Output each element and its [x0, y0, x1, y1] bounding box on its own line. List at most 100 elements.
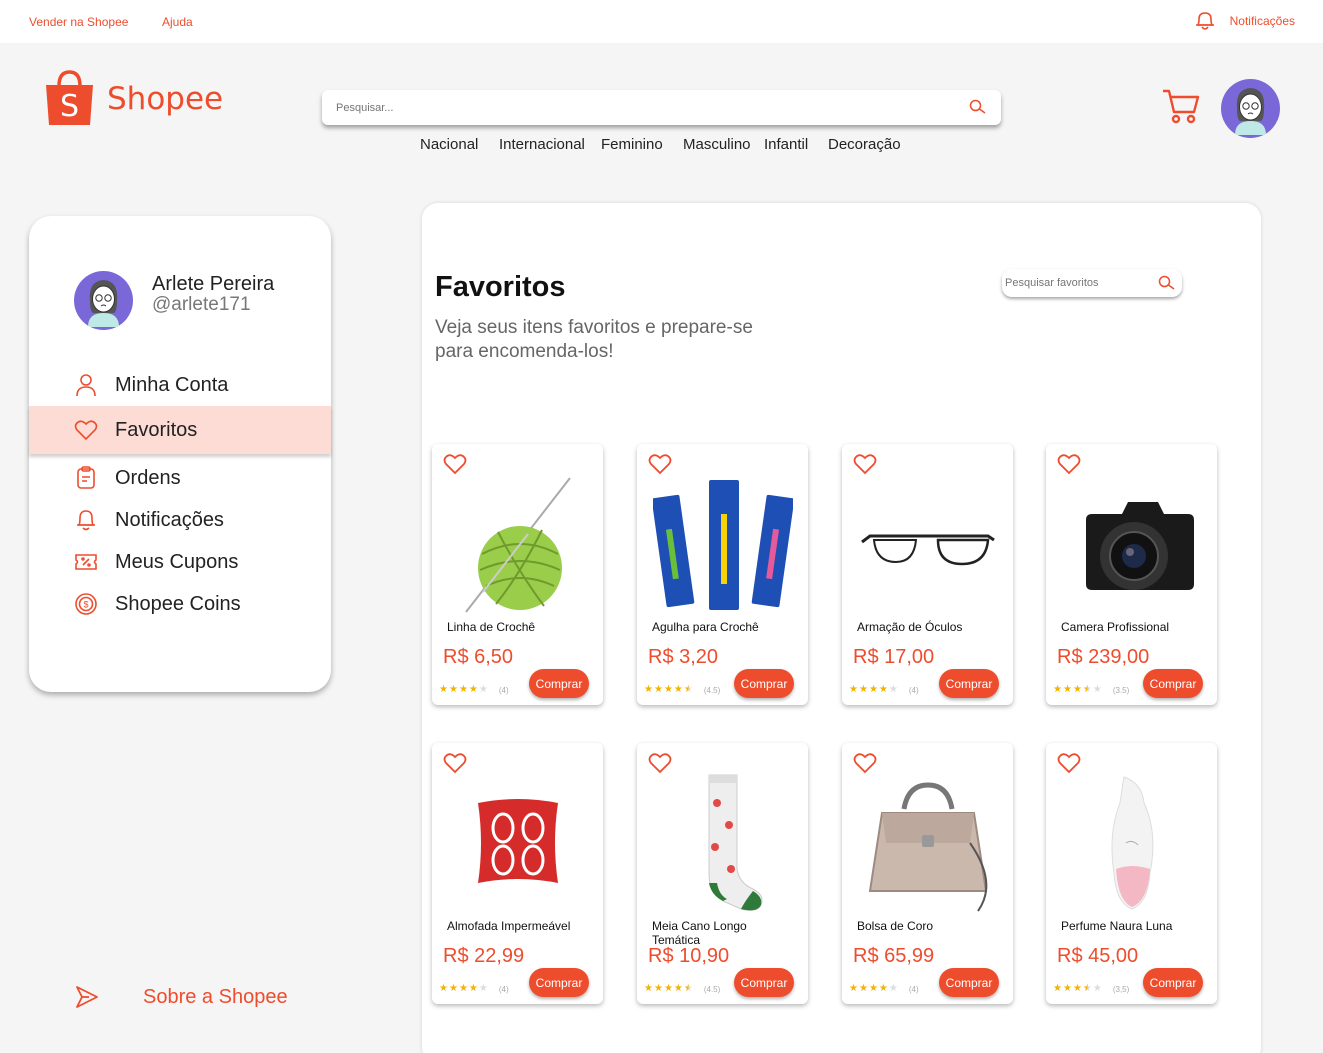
heart-icon[interactable] — [443, 454, 467, 475]
profile-avatar — [74, 271, 133, 330]
coupon-icon — [74, 550, 98, 574]
product-rating: ★ ★ ★ ★ ★ (3,5) — [1053, 984, 1129, 994]
product-card[interactable]: Agulha para Crochê R$ 3,20 Comprar ★ ★ ★ ★ ★… — [637, 444, 808, 705]
star-icon: ★ — [1053, 684, 1062, 695]
star-icon: ★ — [888, 983, 898, 994]
about-shopee-link[interactable]: Sobre a Shopee — [74, 984, 288, 1010]
product-card[interactable]: Camera Profissional R$ 239,00 Comprar ★ ★… — [1046, 444, 1217, 705]
about-label: Sobre a Shopee — [143, 986, 288, 1008]
star-icon: ★ — [1072, 684, 1082, 695]
category-nacional[interactable]: Nacional — [420, 136, 478, 153]
star-icon: ★ — [448, 684, 458, 695]
sidebar-item-meus-cupons[interactable]: Meus Cupons — [29, 541, 331, 583]
product-card[interactable]: Almofada Impermeável R$ 22,99 Comprar ★ ★… — [432, 743, 603, 1004]
heart-icon[interactable] — [648, 454, 672, 475]
product-image-handbag — [857, 773, 998, 913]
search-icon[interactable] — [1158, 275, 1176, 291]
star-icon: ★ — [878, 983, 888, 994]
buy-button[interactable]: Comprar — [529, 968, 589, 997]
buy-button[interactable]: Comprar — [1143, 968, 1203, 997]
shopping-bag-icon: S — [46, 70, 93, 125]
play-arrow-icon — [76, 986, 98, 1008]
shopee-logo[interactable]: S Shopee — [44, 70, 223, 127]
star-icon: ★ — [478, 983, 488, 994]
clipboard-icon — [74, 466, 98, 490]
cart-icon[interactable] — [1161, 88, 1201, 124]
rating-value: (4) — [908, 984, 919, 994]
rating-value: (4.5) — [703, 685, 721, 695]
bell-icon — [74, 508, 98, 532]
star-icon: ★ — [1092, 983, 1102, 994]
product-rating: ★ ★ ★ ★ ★ (3.5) — [1053, 685, 1129, 695]
product-card[interactable]: Bolsa de Coro R$ 65,99 Comprar ★ ★ ★ ★ ★ (4) — [842, 743, 1013, 1004]
profile-handle: @arlete171 — [152, 294, 251, 315]
buy-button[interactable]: Comprar — [529, 669, 589, 698]
sidebar-item-ordens[interactable]: Ordens — [29, 457, 331, 499]
buy-button[interactable]: Comprar — [939, 968, 999, 997]
search-icon[interactable] — [969, 99, 987, 115]
product-rating: ★ ★ ★ ★ ★ (4) — [849, 984, 919, 994]
heart-icon[interactable] — [1057, 454, 1081, 475]
heart-icon[interactable] — [648, 753, 672, 774]
buy-button[interactable]: Comprar — [734, 968, 794, 997]
star-icon: ★ — [1092, 684, 1102, 695]
favorites-search — [1002, 269, 1182, 297]
star-icon: ★ — [868, 983, 878, 994]
rating-value: (4) — [908, 685, 919, 695]
product-card[interactable]: Meia Cano Longo Temática R$ 10,90 Compra… — [637, 743, 808, 1004]
avatar-illustration — [88, 280, 119, 327]
sidebar-item-minha-conta[interactable]: Minha Conta — [29, 364, 331, 406]
rating-value: (4.5) — [703, 984, 721, 994]
star-icon: ★ — [673, 684, 683, 695]
product-card[interactable]: Perfume Naura Luna R$ 45,00 Comprar ★ ★ ★ ★… — [1046, 743, 1217, 1004]
category-decoracao[interactable]: Decoração — [828, 136, 901, 153]
top-notifications-link[interactable]: Notificações — [1194, 11, 1295, 31]
product-price: R$ 239,00 — [1057, 646, 1150, 668]
product-card[interactable]: Linha de Crochê R$ 6,50 Comprar ★ ★ ★ ★ ★ (4) — [432, 444, 603, 705]
buy-button[interactable]: Comprar — [734, 669, 794, 698]
product-price: R$ 22,99 — [443, 945, 525, 967]
favorites-search-input[interactable] — [1002, 269, 1152, 297]
buy-button[interactable]: Comprar — [1143, 669, 1203, 698]
help-link[interactable]: Ajuda — [162, 15, 193, 29]
star-icon: ★ — [888, 684, 898, 695]
star-icon: ★ — [448, 983, 458, 994]
buy-button[interactable]: Comprar — [939, 669, 999, 698]
product-price: R$ 3,20 — [648, 646, 719, 668]
heart-icon[interactable] — [853, 753, 877, 774]
product-rating: ★ ★ ★ ★ ★ (4) — [439, 685, 509, 695]
product-name: Bolsa de Coro — [857, 919, 934, 933]
sidebar-item-favoritos[interactable]: Favoritos — [29, 406, 331, 454]
sidebar-item-notificacoes[interactable]: Notificações — [29, 499, 331, 541]
page-subtitle: Veja seus itens favoritos e prepare-se p… — [435, 317, 753, 362]
search-input[interactable] — [322, 90, 922, 125]
star-icon: ★ — [1062, 983, 1072, 994]
avatar-illustration — [1235, 88, 1266, 135]
star-icon: ★ — [644, 983, 653, 994]
product-image-pillow — [447, 773, 588, 913]
heart-icon[interactable] — [443, 753, 467, 774]
heart-icon[interactable] — [853, 454, 877, 475]
product-card[interactable]: Armação de Óculos R$ 17,00 Comprar ★ ★ ★ ★ ★… — [842, 444, 1013, 705]
heart-icon[interactable] — [1057, 753, 1081, 774]
category-masculino[interactable]: Masculino — [683, 136, 751, 153]
category-internacional[interactable]: Internacional — [499, 136, 585, 153]
user-avatar[interactable] — [1221, 79, 1280, 138]
favorites-panel: Favoritos Veja seus itens favoritos e pr… — [422, 203, 1261, 1053]
page-title: Favoritos — [435, 271, 566, 303]
product-image-camera — [1061, 474, 1202, 614]
star-icon: ★ — [468, 684, 478, 695]
star-icon: ★ — [653, 684, 663, 695]
sidebar-item-shopee-coins[interactable]: $ Shopee Coins — [29, 583, 331, 625]
category-feminino[interactable]: Feminino — [601, 136, 663, 153]
category-infantil[interactable]: Infantil — [764, 136, 808, 153]
sell-on-shopee-link[interactable]: Vender na Shopee — [29, 15, 128, 29]
star-icon: ★ — [868, 684, 878, 695]
sidebar-item-label: Minha Conta — [115, 373, 229, 396]
star-icon: ★ — [1062, 684, 1072, 695]
rating-value: (3,5) — [1112, 984, 1130, 994]
product-rating: ★ ★ ★ ★ ★ (4) — [849, 685, 919, 695]
coin-icon: $ — [74, 592, 98, 616]
star-icon: ★ — [1082, 983, 1092, 994]
product-name: Camera Profissional — [1061, 620, 1170, 634]
